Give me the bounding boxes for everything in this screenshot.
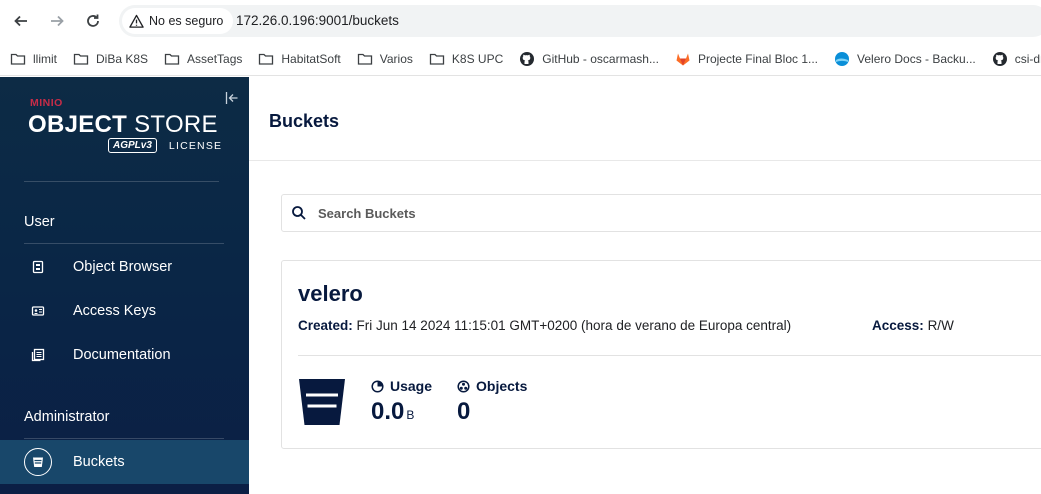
objects-stat: Objects 0 — [457, 378, 527, 426]
usage-label-text: Usage — [390, 378, 433, 394]
collapse-icon — [225, 92, 238, 104]
gitlab-icon — [676, 53, 690, 65]
usage-label: Usage — [371, 378, 432, 394]
license-label: LICENSE — [168, 139, 223, 152]
product-name: OBJECT STORE — [28, 111, 218, 139]
folder-icon — [73, 53, 89, 65]
pie-chart-icon — [371, 379, 384, 393]
bookmark-label: llimit — [33, 51, 57, 66]
sidebar-divider — [24, 181, 219, 182]
bookmark-item[interactable]: llimit — [10, 51, 57, 67]
objects-icon — [457, 379, 470, 393]
bookmark-label: AssetTags — [187, 51, 243, 66]
objects-label: Objects — [457, 378, 527, 394]
bucket-icon — [24, 448, 52, 476]
product-name-light: STORE — [127, 111, 218, 138]
section-title-administrator: Administrator — [24, 409, 110, 425]
access-value: R/W — [927, 318, 954, 333]
minio-logo: MINIO — [30, 97, 63, 109]
bookmark-item[interactable]: DiBa K8S — [73, 51, 148, 67]
collapse-sidebar-button[interactable] — [225, 91, 239, 105]
security-chip[interactable]: No es seguro — [122, 8, 234, 34]
access-keys-icon — [24, 297, 52, 325]
bookmark-label: Velero Docs - Backu... — [857, 51, 976, 66]
objects-value: 0 — [457, 398, 471, 425]
forward-button[interactable] — [44, 8, 70, 34]
created-value: Fri Jun 14 2024 11:15:01 GMT+0200 (hora … — [356, 318, 792, 333]
agpl-badge: AGPLv3 — [108, 138, 157, 153]
bookmark-label: csi-dr — [1014, 51, 1041, 66]
bookmark-item[interactable]: AssetTags — [164, 51, 242, 67]
usage-stat: Usage 0.0 B — [371, 378, 432, 426]
page-header: Buckets — [249, 77, 1041, 161]
main-content: Buckets velero Created: Fri Jun 14 2024 … — [249, 77, 1041, 494]
page-title: Buckets — [269, 111, 340, 131]
objects-label-text: Objects — [476, 378, 528, 394]
velero-icon — [835, 51, 850, 66]
bookmark-item[interactable]: Velero Docs - Backu... — [834, 51, 976, 67]
search-buckets-box[interactable] — [281, 194, 1041, 232]
usage-value: 0.0 B — [371, 398, 432, 426]
bookmark-item[interactable]: HabitatSoft — [258, 51, 341, 67]
access-label: Access: — [872, 318, 924, 333]
bookmark-item[interactable]: Varios — [357, 51, 413, 67]
sidebar: MINIO OBJECT STORE AGPLv3 LICENSE User O… — [0, 77, 249, 494]
section-divider — [24, 438, 224, 439]
address-bar[interactable]: No es seguro 172.26.0.196:9001/buckets — [119, 5, 1041, 37]
bucket-created: Created: Fri Jun 14 2024 11:15:01 GMT+02… — [298, 318, 791, 333]
arrow-left-icon — [14, 15, 27, 27]
warning-icon — [129, 14, 144, 28]
bookmark-label: Varios — [379, 51, 413, 66]
security-label: No es seguro — [149, 14, 224, 28]
bookmark-label: Projecte Final Bloc 1... — [697, 51, 819, 66]
bookmark-item[interactable]: GitHub - oscarmash... — [519, 51, 659, 67]
created-label: Created: — [298, 318, 353, 333]
section-divider — [24, 243, 224, 244]
sidebar-item-buckets[interactable]: Buckets — [0, 440, 249, 484]
bucket-name[interactable]: velero — [298, 281, 363, 307]
reload-icon — [87, 14, 99, 27]
folder-icon — [10, 53, 26, 65]
folder-icon — [259, 53, 274, 65]
license-badge: AGPLv3 LICENSE — [108, 138, 222, 153]
minio-console: MINIO OBJECT STORE AGPLv3 LICENSE User O… — [0, 77, 1041, 494]
bookmark-label: GitHub - oscarmash... — [542, 51, 659, 66]
usage-number: 0.0 — [371, 398, 405, 425]
sidebar-item-label: Access Keys — [73, 303, 156, 319]
sidebar-item-label: Documentation — [73, 347, 171, 363]
github-icon — [992, 51, 1007, 66]
sidebar-item-access-keys[interactable]: Access Keys — [0, 289, 249, 333]
bookmark-label: HabitatSoft — [281, 51, 341, 66]
bookmark-item[interactable]: K8S UPC — [429, 51, 503, 67]
folder-icon — [164, 53, 180, 65]
arrow-right-icon — [51, 15, 64, 27]
sidebar-item-label: Object Browser — [73, 259, 173, 275]
bookmark-label: DiBa K8S — [96, 51, 149, 66]
usage-unit: B — [406, 408, 415, 422]
bucket-large-icon — [298, 378, 346, 426]
product-name-bold: OBJECT — [28, 111, 128, 138]
search-icon — [292, 206, 306, 220]
documentation-icon — [24, 341, 52, 369]
bucket-card[interactable]: velero Created: Fri Jun 14 2024 11:15:01… — [281, 260, 1041, 449]
bookmarks-bar: llimit DiBa K8S AssetTags HabitatSoft Va… — [0, 42, 1041, 76]
folder-icon — [429, 53, 445, 65]
bookmark-item[interactable]: Projecte Final Bloc 1... — [675, 51, 818, 67]
folder-icon — [357, 53, 372, 65]
search-input[interactable] — [318, 205, 918, 221]
sidebar-item-documentation[interactable]: Documentation — [0, 333, 249, 377]
url-text[interactable]: 172.26.0.196:9001/buckets — [236, 13, 399, 28]
bookmark-item[interactable]: csi-dr — [992, 51, 1041, 67]
back-button[interactable] — [8, 8, 34, 34]
github-icon — [520, 51, 535, 66]
browser-toolbar: No es seguro 172.26.0.196:9001/buckets — [0, 0, 1041, 42]
bookmark-label: K8S UPC — [451, 51, 504, 66]
sidebar-item-object-browser[interactable]: Object Browser — [0, 245, 249, 289]
section-title-user: User — [24, 214, 55, 230]
object-browser-icon — [24, 253, 52, 281]
sidebar-item-label: Buckets — [73, 454, 125, 470]
card-divider — [298, 355, 1041, 356]
bucket-access: Access: R/W — [872, 318, 954, 333]
reload-button[interactable] — [80, 8, 106, 34]
